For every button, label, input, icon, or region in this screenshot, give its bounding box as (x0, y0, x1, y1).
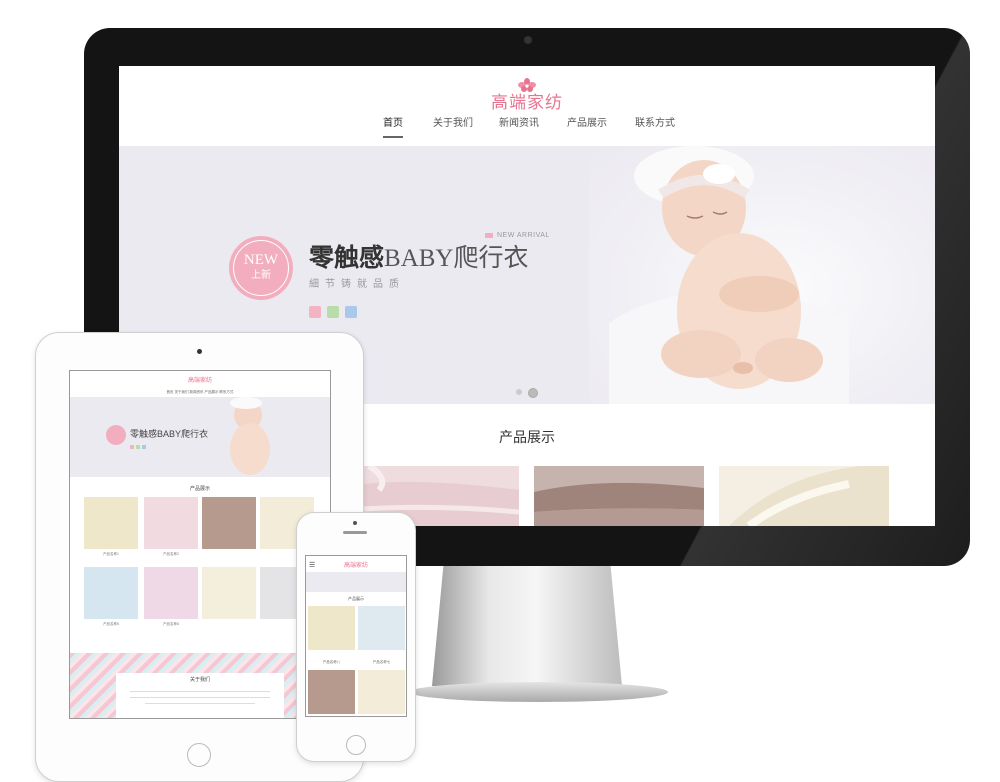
phone-banner[interactable] (306, 572, 406, 592)
tablet-product-7[interactable] (202, 567, 256, 619)
phone-logo[interactable]: 高端家纺 (306, 562, 406, 570)
headline-bold: 零触感 (309, 244, 385, 272)
nav-products[interactable]: 产品展示 (567, 116, 607, 132)
slider-dot-1[interactable] (516, 389, 522, 395)
tablet-home-button[interactable] (187, 743, 211, 767)
slider-dots (514, 388, 544, 398)
banner-tagline: 細节铸就品质 (309, 279, 405, 290)
swatch-pink[interactable] (309, 306, 321, 318)
tablet-about-text-line (130, 697, 270, 698)
tablet-baby-photo (230, 397, 270, 475)
tablet-caption-1: 产品名称1 (103, 552, 119, 556)
site-header: 高端家纺 首页 关于我们 新闻资讯 产品展示 联系方式 (119, 66, 935, 146)
tablet-headline: 零触感BABY爬行衣 (130, 429, 209, 439)
tablet-about-text-line (130, 691, 270, 692)
sleeping-baby-photo (609, 146, 849, 404)
badge-new-text: NEW (243, 252, 279, 268)
badge-ring (233, 240, 289, 296)
tablet-banner[interactable]: 零触感BABY爬行衣 (70, 397, 330, 477)
phone-product-3[interactable] (308, 670, 355, 714)
tablet-product-6[interactable] (144, 567, 198, 619)
new-badge: NEW 上新 (229, 236, 293, 300)
tablet-caption-6: 产品名称6 (163, 622, 179, 626)
phone-camera (353, 521, 357, 525)
tablet-product-1[interactable] (84, 497, 138, 549)
tablet-product-3[interactable] (202, 497, 256, 549)
swatch-green[interactable] (327, 306, 339, 318)
tablet-nav[interactable]: 首页 关于我们 新闻资讯 产品展示 联系方式 (70, 389, 330, 395)
main-nav: 首页 关于我们 新闻资讯 产品展示 联系方式 (375, 116, 685, 140)
tablet-website: 高端家纺 首页 关于我们 新闻资讯 产品展示 联系方式 零触感BABY爬行衣 产… (69, 370, 331, 719)
monitor-camera (524, 36, 532, 44)
phone-website: ☰ 高端家纺 产品展示 产品名称八 产品名称七 (305, 555, 407, 717)
arrival-mark (485, 233, 493, 238)
tablet-about-title: 关于我们 (189, 677, 210, 683)
phone-product-1[interactable] (308, 606, 355, 650)
tablet-product-2[interactable] (144, 497, 198, 549)
tablet-logo[interactable]: 高端家纺 (70, 377, 330, 385)
site-logo[interactable]: 高端家纺 (475, 78, 579, 114)
slider-dot-2[interactable] (528, 388, 538, 398)
tablet-new-badge (106, 425, 126, 445)
tablet-camera (197, 349, 202, 354)
monitor-stand (432, 566, 622, 686)
badge-subtext: 上新 (251, 270, 271, 281)
tablet-caption-2: 产品名称2 (163, 552, 179, 556)
monitor-stand-base (410, 682, 668, 702)
product-card-cream-towel[interactable] (719, 466, 889, 526)
tablet-caption-5: 产品名称5 (103, 622, 119, 626)
phone-caption-2: 产品名称七 (372, 660, 391, 664)
tablet-swatch-blue[interactable] (142, 445, 146, 449)
logo-text: 高端家纺 (491, 93, 563, 112)
banner-headline: 零触感BABY爬行衣 (309, 242, 528, 278)
cream-towel-image (719, 466, 889, 526)
nav-contact[interactable]: 联系方式 (635, 116, 675, 132)
phone-speaker (343, 531, 367, 534)
nav-about[interactable]: 关于我们 (433, 116, 473, 132)
tablet-section-title: 产品展示 (189, 486, 210, 492)
new-arrival-label: NEW ARRIVAL (497, 232, 550, 239)
phone-home-button[interactable] (346, 735, 366, 755)
tablet-swatch-green[interactable] (136, 445, 140, 449)
tablet-swatch-pink[interactable] (130, 445, 134, 449)
phone-caption-1: 产品名称八 (322, 660, 341, 664)
product-card-brown-towel[interactable] (534, 466, 704, 526)
phone-device: ☰ 高端家纺 产品展示 产品名称八 产品名称七 (296, 512, 416, 762)
tablet-about-text-line (145, 703, 255, 704)
flower-logo-icon (518, 78, 536, 92)
nav-home[interactable]: 首页 (383, 116, 403, 138)
brown-towel-image (534, 466, 704, 526)
swatch-blue[interactable] (345, 306, 357, 318)
phone-product-2[interactable] (358, 606, 405, 650)
phone-section-title: 产品展示 (348, 596, 364, 601)
headline-light: BABY爬行衣 (384, 245, 529, 272)
tablet-product-5[interactable] (84, 567, 138, 619)
phone-product-4[interactable] (358, 670, 405, 714)
nav-news[interactable]: 新闻资讯 (499, 116, 539, 132)
